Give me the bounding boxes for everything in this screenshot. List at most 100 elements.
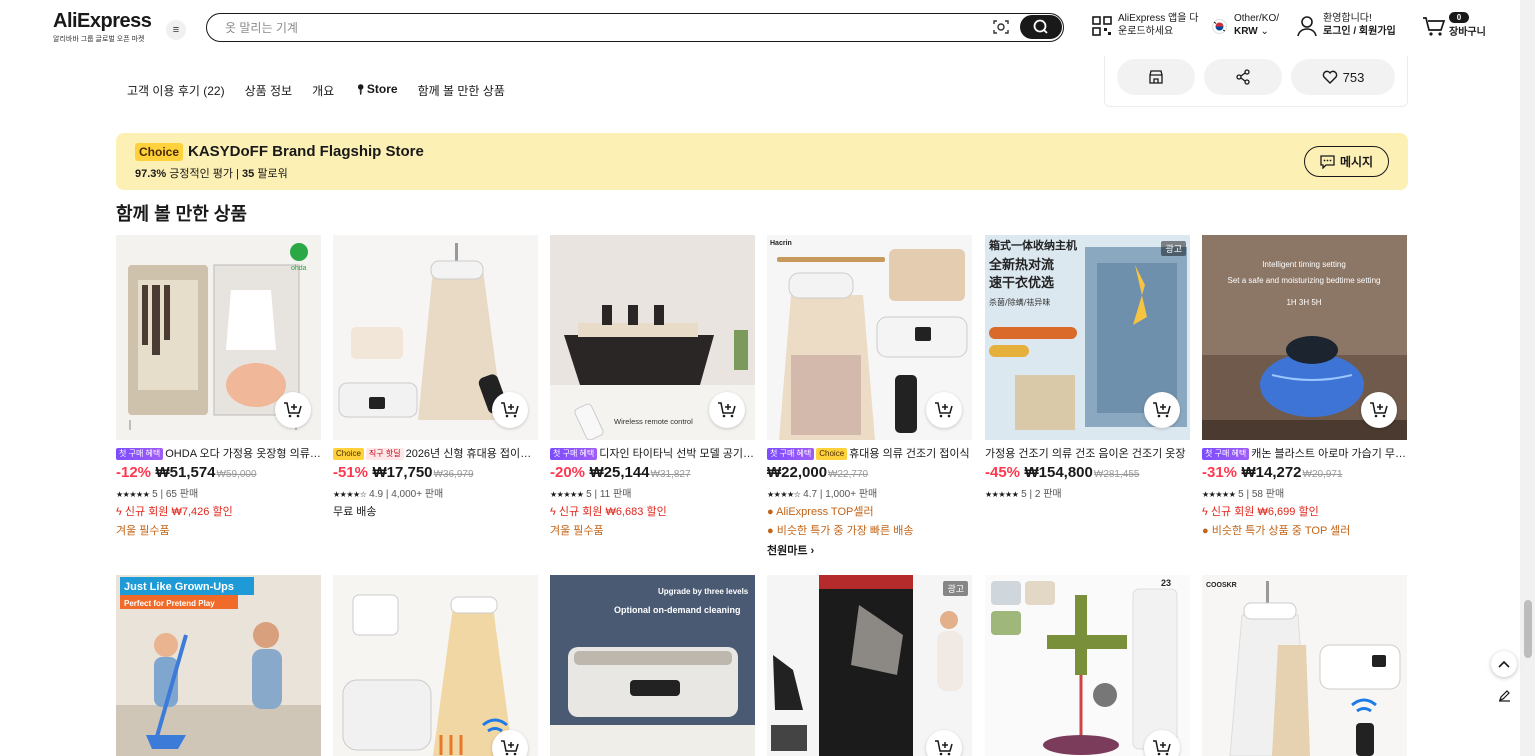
- edit-icon: [1498, 689, 1510, 702]
- image-search-icon[interactable]: [992, 19, 1010, 35]
- product-title[interactable]: 가정용 건조기 의류 건조 음이온 건조기 옷장: [985, 447, 1190, 461]
- image-heading-1: Upgrade by three levels: [658, 587, 749, 596]
- product-card[interactable]: Wireless remote control 첫 구매 혜택 디자인 타이타닉 …: [550, 235, 755, 538]
- product-image[interactable]: Hacrin: [767, 235, 972, 440]
- aliexpress-logo[interactable]: AliExpress 알리바바 그룹 글로벌 오픈 마켓: [53, 10, 152, 44]
- scrollbar-thumb[interactable]: [1524, 600, 1532, 658]
- product-image[interactable]: [333, 575, 538, 756]
- add-cart-icon: [935, 740, 953, 756]
- wishlist-count: 753: [1342, 69, 1365, 85]
- tab-store[interactable]: 📍︎Store: [354, 82, 397, 99]
- app-download-line1: AliExpress 앱을 다: [1118, 13, 1199, 24]
- product-card[interactable]: COOSKR: [1202, 575, 1407, 756]
- image-heading-3: 速干衣优选: [989, 275, 1054, 291]
- heart-icon: [1322, 70, 1337, 84]
- lightning-icon: ϟ: [1202, 506, 1208, 518]
- product-image[interactable]: COOSKR: [1202, 575, 1407, 756]
- product-title[interactable]: 첫 구매 혜택디자인 타이타닉 선박 모델 공기 가습기: [550, 447, 755, 461]
- rating-value: 5: [1021, 489, 1027, 500]
- search-input[interactable]: [225, 19, 965, 36]
- fast-shipping-label: 비슷한 특가 중 가장 빠른 배송: [776, 525, 914, 537]
- product-image[interactable]: 광고: [767, 575, 972, 756]
- wishlist-button[interactable]: 753: [1291, 59, 1395, 95]
- brand-logo-text: COOSKR: [1206, 582, 1237, 589]
- tab-recommendations[interactable]: 함께 볼 만한 상품: [418, 82, 505, 99]
- add-to-cart-button[interactable]: [1361, 392, 1397, 428]
- tab-product-info[interactable]: 상품 정보: [245, 82, 293, 99]
- store-name[interactable]: KASYDoFF Brand Flagship Store: [188, 143, 424, 160]
- region-currency-selector[interactable]: Other/KO/ KRW ⌄: [1234, 12, 1279, 38]
- store-rating-label: 긍정적인 평가 |: [169, 168, 239, 180]
- cart-icon[interactable]: [1422, 16, 1446, 38]
- qr-code-icon[interactable]: [1092, 16, 1112, 36]
- product-image[interactable]: [333, 235, 538, 440]
- feedback-button[interactable]: [1491, 682, 1517, 708]
- product-title[interactable]: 첫 구매 혜택OHDA 오다 가정용 옷장형 의류 건조기: [116, 447, 321, 461]
- share-button[interactable]: [1204, 59, 1282, 95]
- add-cart-icon: [718, 402, 736, 418]
- back-to-top-button[interactable]: [1491, 651, 1517, 677]
- product-card[interactable]: [333, 575, 538, 756]
- store-stats: 97.3% 긍정적인 평가 | 35 팔로워: [135, 165, 288, 181]
- product-image[interactable]: 23: [985, 575, 1190, 756]
- sold-count: 11 판매: [599, 489, 632, 500]
- product-image[interactable]: ohda: [116, 235, 321, 440]
- user-icon[interactable]: [1297, 15, 1317, 37]
- add-to-cart-button[interactable]: [275, 392, 311, 428]
- product-title[interactable]: Choice직구 핫딜2026년 신형 휴대용 접이식 건조기: [333, 447, 538, 461]
- rating-row: ★★★★☆ 4.9 | 4,000+ 판매: [333, 489, 444, 500]
- search-button[interactable]: [1020, 15, 1062, 39]
- product-image[interactable]: Intelligent timing setting Set a safe an…: [1202, 235, 1407, 440]
- rating-row: ★★★★★ 5 | 58 판매: [1202, 489, 1285, 500]
- product-card[interactable]: Choice직구 핫딜2026년 신형 휴대용 접이식 건조기 -51% ₩17…: [333, 235, 538, 519]
- message-button[interactable]: 메시지: [1304, 146, 1389, 177]
- product-card[interactable]: Just Like Grown-Ups Perfect for Pretend …: [116, 575, 321, 756]
- rating-row: ★★★★★ 5 | 2 판매: [985, 489, 1062, 500]
- rating-value: 5: [586, 489, 592, 500]
- discount: -20%: [550, 464, 586, 481]
- product-card[interactable]: 23: [985, 575, 1190, 756]
- tab-overview[interactable]: 개요: [312, 82, 334, 99]
- store-button[interactable]: [1117, 59, 1195, 95]
- rating-row: ★★★★☆ 4.7 | 1,000+ 판매: [767, 489, 878, 500]
- product-card[interactable]: 箱式一体收纳主机 全新热对流 速干衣优选 杀菌/除螨/祛异味 광고 가정용 건조…: [985, 235, 1190, 500]
- product-title[interactable]: 첫 구매 혜택 Choice 휴대용 의류 건조기 접이식: [767, 447, 972, 461]
- sold-count: 1,000+ 판매: [825, 489, 878, 500]
- account-menu[interactable]: 환영합니다! 로그인 / 회원가입: [1323, 12, 1396, 38]
- login-link[interactable]: 로그인 / 회원가입: [1323, 26, 1396, 37]
- product-image[interactable]: Just Like Grown-Ups Perfect for Pretend …: [116, 575, 321, 756]
- product-detail-tabs: 고객 이용 후기 (22) 상품 정보 개요 📍︎Store 함께 볼 만한 상…: [127, 82, 525, 99]
- chat-icon: [1320, 154, 1335, 169]
- tab-reviews[interactable]: 고객 이용 후기 (22): [127, 82, 225, 99]
- add-to-cart-button[interactable]: [926, 392, 962, 428]
- section-title: 함께 볼 만한 상품: [116, 204, 247, 224]
- sale-price: ₩17,750: [372, 464, 433, 481]
- product-image[interactable]: Wireless remote control: [550, 235, 755, 440]
- lightning-icon: ϟ: [116, 506, 122, 518]
- store-rating-value: 97.3%: [135, 168, 167, 180]
- product-card[interactable]: 광고: [767, 575, 972, 756]
- original-price: ₩20,971: [1302, 469, 1343, 480]
- category-menu-button[interactable]: ≡: [166, 20, 186, 40]
- choice-badge: Choice: [816, 448, 848, 460]
- product-image[interactable]: 箱式一体收纳主机 全新热对流 速干衣优选 杀菌/除螨/祛异味 광고: [985, 235, 1190, 440]
- search-icon: [1033, 19, 1048, 34]
- add-to-cart-button[interactable]: [492, 392, 528, 428]
- product-card[interactable]: Upgrade by three levels Optional on-dema…: [550, 575, 755, 756]
- coupon-text-label: 신규 회원 ₩7,426 할인: [124, 506, 233, 518]
- coupon-text: ϟ 신규 회원 ₩6,699 할인: [1202, 503, 1407, 519]
- product-card[interactable]: Intelligent timing setting Set a safe an…: [1202, 235, 1407, 538]
- product-card[interactable]: Hacrin 첫 구매 혜택 Choice 휴대용 의류 건조기 접이식 ₩22,0…: [767, 235, 972, 558]
- app-download-link[interactable]: AliExpress 앱을 다 운로드하세요: [1118, 12, 1198, 38]
- product-card[interactable]: ohda 첫 구매 혜택OHDA 오다 가정용 옷장형 의류 건조기 -12% …: [116, 235, 321, 538]
- ad-label: 광고: [1161, 241, 1186, 256]
- region-label: Other/KO/: [1234, 13, 1280, 24]
- add-to-cart-button[interactable]: [1144, 392, 1180, 428]
- cart-label[interactable]: 장바구니: [1449, 26, 1486, 39]
- add-to-cart-button[interactable]: [709, 392, 745, 428]
- product-title[interactable]: 첫 구매 혜택 캐논 블라스트 아로마 가습기 무드등: [1202, 447, 1407, 461]
- product-image[interactable]: Upgrade by three levels Optional on-dema…: [550, 575, 755, 756]
- mart-link[interactable]: 천원마트 ›: [767, 542, 972, 558]
- logo-tagline: 알리바바 그룹 글로벌 오픈 마켓: [53, 36, 145, 43]
- price-row: -31% ₩14,272₩20,971: [1202, 464, 1407, 482]
